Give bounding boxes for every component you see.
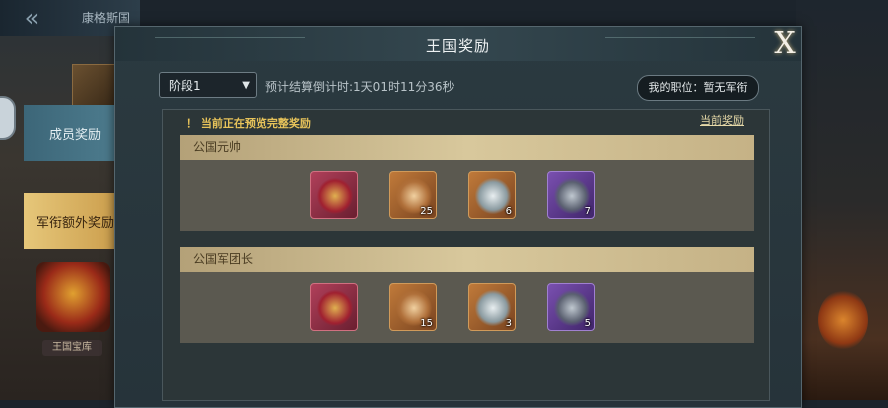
tab-member-rewards[interactable]: 成员奖励 xyxy=(24,105,126,161)
side-portrait xyxy=(72,64,116,106)
reward-item[interactable]: 3 xyxy=(468,283,516,331)
reward-item[interactable]: 5 xyxy=(547,283,595,331)
reward-item[interactable]: 7 xyxy=(547,171,595,219)
tab-rank-extra-rewards[interactable]: 军衔额外奖励 xyxy=(24,193,126,249)
reward-item[interactable] xyxy=(310,283,358,331)
item-quantity: 5 xyxy=(584,318,591,329)
crown-icon[interactable] xyxy=(36,262,110,332)
item-quantity: 7 xyxy=(584,206,591,217)
reward-group-marshal: 公国元帅 25 6 7 xyxy=(180,135,754,231)
reward-group-title: 公国军团长 xyxy=(180,247,754,272)
stage-dropdown-value: 阶段1 xyxy=(169,79,201,93)
treasure-chest-icon xyxy=(317,290,353,326)
chevron-down-icon: ▼ xyxy=(242,80,250,91)
reward-item[interactable] xyxy=(310,171,358,219)
current-rewards-link[interactable]: 当前奖励 xyxy=(700,112,744,128)
close-icon[interactable]: X xyxy=(765,27,805,63)
double-chevron-left-icon[interactable]: « xyxy=(12,4,52,32)
item-quantity: 3 xyxy=(505,318,512,329)
preview-notice: ！ 当前正在预览完整奖励 xyxy=(186,117,311,130)
tab-label: 军衔额外奖励 xyxy=(35,215,114,231)
item-quantity: 6 xyxy=(505,206,512,217)
treasure-chest-icon xyxy=(317,178,353,214)
settlement-countdown: 预计结算倒计时:1天01时11分36秒 xyxy=(265,80,455,94)
top-title: 康格斯国 xyxy=(82,11,131,25)
item-quantity: 25 xyxy=(420,206,433,217)
side-toggle-button[interactable] xyxy=(0,96,16,140)
tab-label: 成员奖励 xyxy=(48,127,101,143)
reward-item[interactable]: 6 xyxy=(468,171,516,219)
panel-header: 王国奖励 xyxy=(115,27,801,61)
crown-label: 王国宝库 xyxy=(42,340,102,356)
stage-dropdown[interactable]: 阶段1 ▼ xyxy=(159,72,257,98)
my-rank-badge: 我的职位：暂无军衔 xyxy=(637,75,759,101)
reward-items: 15 3 5 xyxy=(310,283,595,331)
reward-items: 25 6 7 xyxy=(310,171,595,219)
reward-item[interactable]: 25 xyxy=(389,171,437,219)
reward-group-legion-commander: 公国军团长 15 3 5 xyxy=(180,247,754,343)
fire-decoration xyxy=(818,290,868,350)
panel-title: 王国奖励 xyxy=(425,37,490,55)
reward-item[interactable]: 15 xyxy=(389,283,437,331)
item-quantity: 15 xyxy=(420,318,433,329)
reward-group-title: 公国元帅 xyxy=(180,135,754,160)
